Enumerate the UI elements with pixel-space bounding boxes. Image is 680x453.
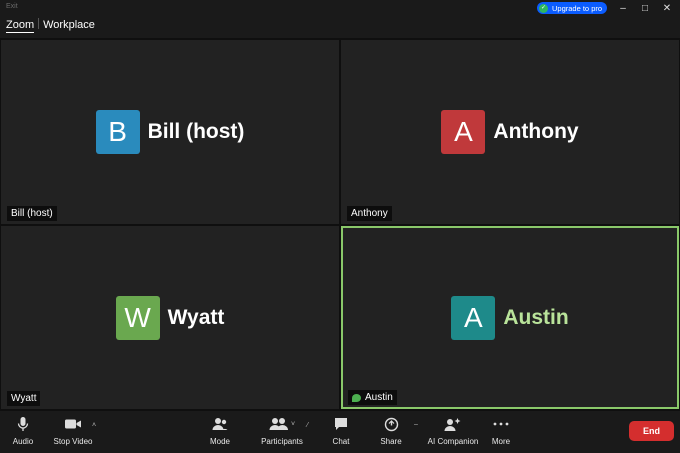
mode-people-icon xyxy=(212,415,228,433)
upgrade-to-pro-button[interactable]: ✓ Upgrade to pro xyxy=(537,2,608,14)
stop-video-button[interactable]: Stop Video xyxy=(53,415,93,451)
participant-name: Wyatt xyxy=(167,305,225,329)
participants-button[interactable]: ˅ Participants xyxy=(261,415,303,451)
video-tile-anthony[interactable]: A Anthony Anthony xyxy=(341,40,679,224)
avatar: A xyxy=(451,295,496,340)
video-tile-wyatt[interactable]: W Wyatt Wyatt xyxy=(1,226,339,409)
participants-options-chevron-icon[interactable]: ⁄ xyxy=(307,422,308,429)
more-dots-icon xyxy=(493,415,509,433)
speaking-icon xyxy=(352,393,361,402)
name-label: Bill (host) xyxy=(7,206,57,221)
share-options-chevron-icon[interactable]: – xyxy=(414,421,418,428)
video-tile-austin-active-speaker[interactable]: A Austin Austin xyxy=(341,226,679,409)
participant-name: Anthony xyxy=(493,120,579,143)
microphone-icon xyxy=(16,415,30,433)
name-label: Austin xyxy=(348,390,397,405)
chat-bubble-icon xyxy=(334,415,348,433)
maximize-button[interactable]: □ xyxy=(634,0,656,16)
name-label: Anthony xyxy=(347,206,392,221)
brand-workplace: Workplace xyxy=(43,19,95,31)
window-title: Exit xyxy=(6,3,18,10)
mode-button[interactable]: Mode xyxy=(205,415,235,451)
participants-icon: ˅ xyxy=(269,415,295,433)
ai-companion-icon xyxy=(444,415,462,433)
brand-bar: Zoom Workplace xyxy=(0,16,680,38)
meeting-toolbar: Audio Stop Video ˄ Mode ˅ Participants ⁄… xyxy=(0,411,680,453)
avatar: B xyxy=(95,110,140,154)
close-button[interactable]: ✕ xyxy=(656,0,678,16)
brand-zoom: Zoom xyxy=(6,19,35,33)
name-label: Wyatt xyxy=(7,391,41,406)
share-screen-icon xyxy=(384,415,399,433)
brand-divider xyxy=(38,18,40,29)
ai-companion-button[interactable]: AI Companion xyxy=(428,415,478,451)
video-camera-icon xyxy=(64,415,82,433)
chat-button[interactable]: Chat xyxy=(328,415,354,451)
share-button[interactable]: Share xyxy=(378,415,404,451)
video-grid: B Bill (host) Bill (host) A Anthony Anth… xyxy=(0,38,680,411)
video-tile-bill[interactable]: B Bill (host) Bill (host) xyxy=(1,40,339,224)
upgrade-label: Upgrade to pro xyxy=(552,3,603,13)
participant-name: Bill (host) xyxy=(147,120,245,143)
window-title-bar: Exit ✓ Upgrade to pro – □ ✕ xyxy=(0,0,680,16)
check-icon: ✓ xyxy=(539,3,548,13)
audio-button[interactable]: Audio xyxy=(8,415,38,451)
zoom-workplace-logo: Zoom Workplace xyxy=(6,18,95,33)
more-button[interactable]: More xyxy=(488,415,514,451)
minimize-button[interactable]: – xyxy=(612,0,634,16)
end-meeting-button[interactable]: End xyxy=(629,421,674,441)
participant-name: Austin xyxy=(503,305,569,329)
avatar: W xyxy=(115,295,160,340)
avatar: A xyxy=(441,110,486,154)
video-options-chevron-icon[interactable]: ˄ xyxy=(92,422,96,429)
